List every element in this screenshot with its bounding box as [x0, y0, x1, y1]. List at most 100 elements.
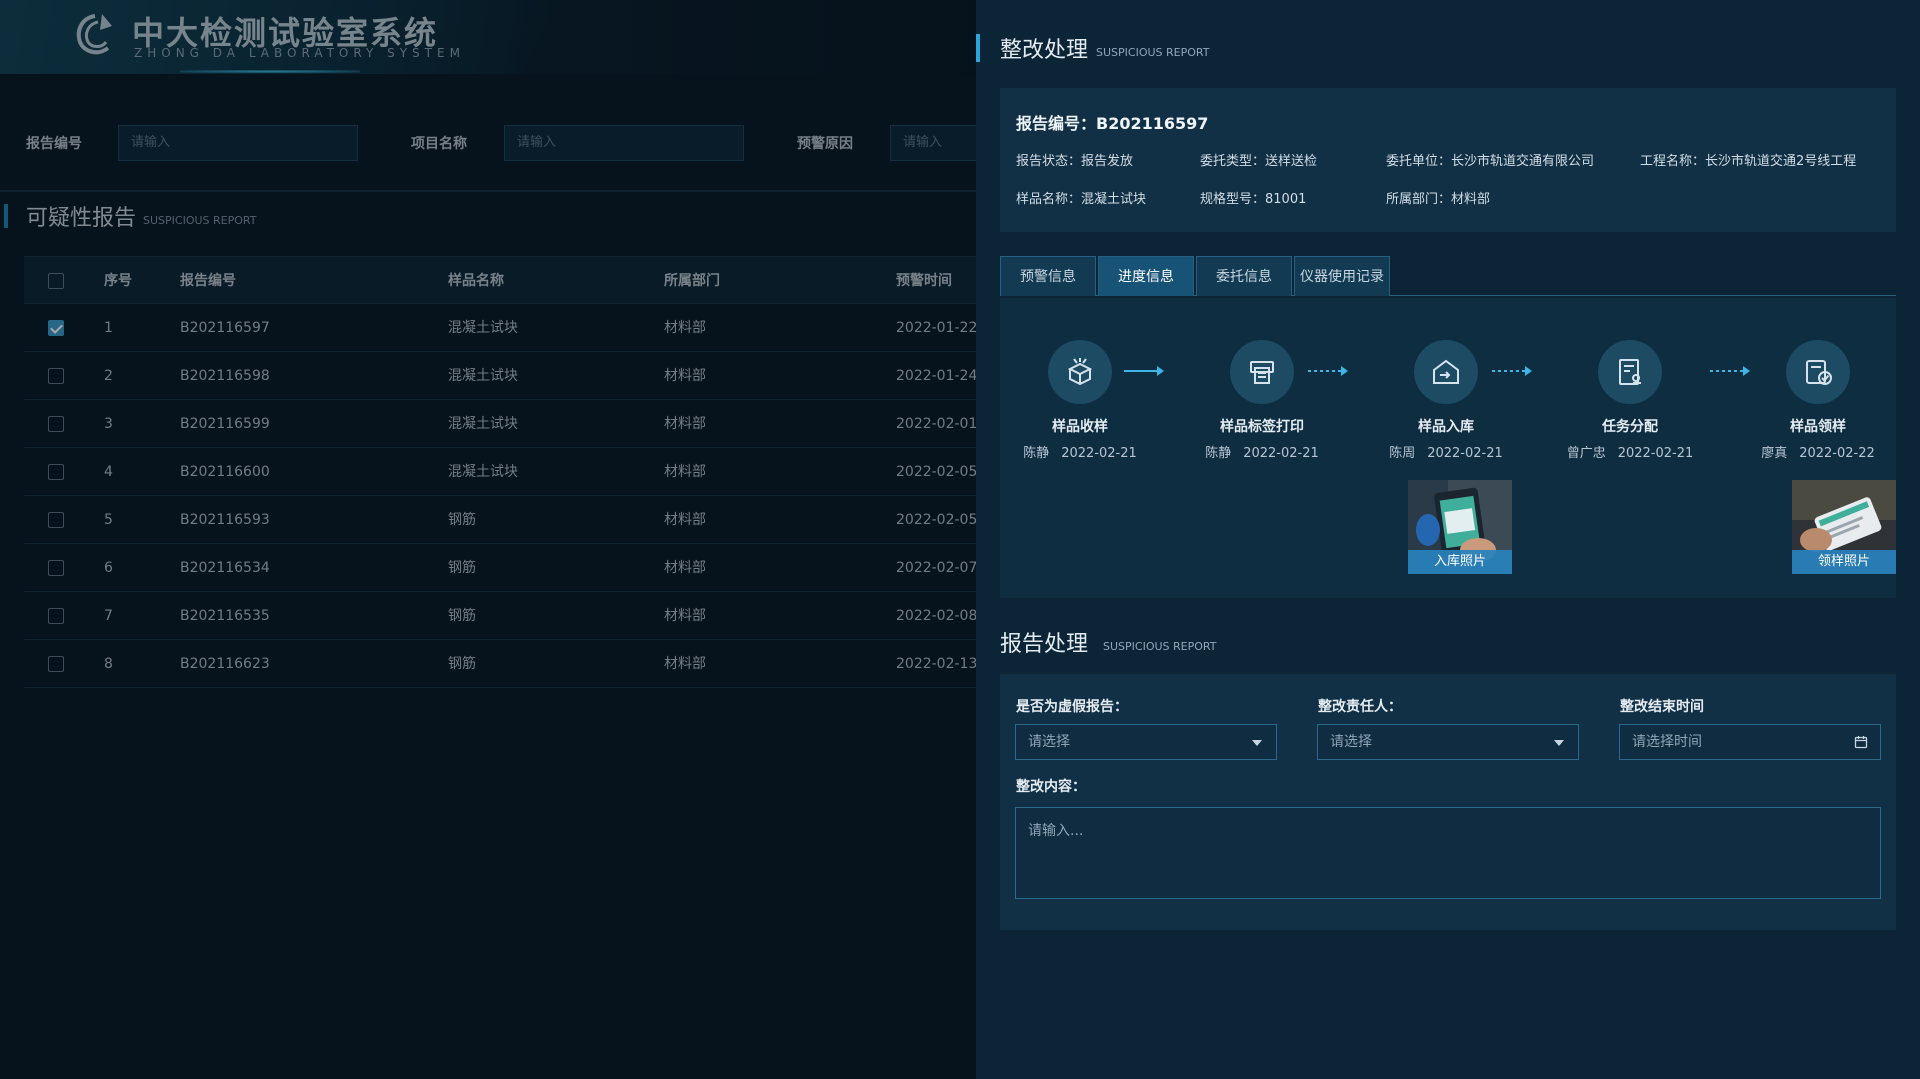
- row-report-code: B202116535: [180, 608, 270, 624]
- tab-instrument-records[interactable]: 仪器使用记录: [1294, 256, 1390, 296]
- tab-progress-info[interactable]: 进度信息: [1098, 256, 1194, 296]
- table-row[interactable]: 5 B202116593 钢筋 材料部 2022-02-05: [24, 496, 976, 544]
- row-sample-name: 钢筋: [448, 560, 476, 576]
- table-row[interactable]: 4 B202116600 混凝土试块 材料部 2022-02-05: [24, 448, 976, 496]
- step-meta: 廖真 2022-02-22: [1738, 442, 1898, 461]
- box-receive-icon: [1048, 340, 1112, 404]
- step-date: 2022-02-21: [1061, 446, 1137, 461]
- arrow-right-icon: [1492, 366, 1532, 376]
- filter-label-report-no: 报告编号: [26, 136, 82, 152]
- row-checkbox[interactable]: [48, 512, 64, 528]
- table-header: 序号 报告编号 样品名称 所属部门 预警时间: [24, 256, 976, 304]
- warning-reason-input[interactable]: 请输入: [890, 125, 976, 161]
- row-department: 材料部: [664, 368, 706, 384]
- row-sample-name: 混凝土试块: [448, 368, 518, 384]
- row-sample-name: 钢筋: [448, 656, 476, 672]
- step-name: 样品入库: [1418, 419, 1474, 435]
- task-assign-icon: [1598, 340, 1662, 404]
- step-person: 陈周: [1389, 446, 1416, 461]
- report-number: 报告编号：B202116597: [1016, 114, 1209, 133]
- arrow-right-icon: [1124, 366, 1164, 376]
- step-name: 任务分配: [1602, 419, 1658, 435]
- report-status: 报告状态：报告发放: [1016, 154, 1134, 169]
- row-department: 材料部: [664, 560, 706, 576]
- header-no: 序号: [104, 273, 132, 289]
- drawer-subtitle-text: SUSPICIOUS REPORT: [1096, 46, 1210, 59]
- row-checkbox[interactable]: [48, 560, 64, 576]
- spec-model: 规格型号：81001: [1200, 192, 1307, 207]
- row-checkbox[interactable]: [48, 464, 64, 480]
- label-print-icon: [1230, 340, 1294, 404]
- row-no: 3: [104, 416, 113, 432]
- tab-entrust-info[interactable]: 委托信息: [1196, 256, 1292, 296]
- row-checkbox[interactable]: [48, 608, 64, 624]
- owner-label: 整改责任人：: [1318, 699, 1402, 715]
- row-checkbox[interactable]: [48, 368, 64, 384]
- logo-glow: [180, 70, 360, 73]
- report-no-input[interactable]: 请输入: [118, 125, 358, 161]
- row-warning-time: 2022-02-05: [896, 512, 976, 528]
- row-no: 8: [104, 656, 113, 672]
- step-task-assign: 任务分配 曾广忠 2022-02-21: [1550, 340, 1710, 461]
- tab-warning-info[interactable]: 预警信息: [1000, 256, 1096, 296]
- row-warning-time: 2022-02-07: [896, 560, 976, 576]
- step-person: 陈静: [1023, 446, 1050, 461]
- top-bar: 中大检测试验室系统 ZHONG DA LABORATORY SYSTEM: [0, 0, 976, 74]
- row-warning-time: 2022-02-01: [896, 416, 976, 432]
- report-table: 序号 报告编号 样品名称 所属部门 预警时间 1 B202116597 混凝土试块材…: [24, 256, 976, 688]
- row-no: 2: [104, 368, 113, 384]
- row-sample-name: 混凝土试块: [448, 464, 518, 480]
- row-warning-time: 2022-02-05: [896, 464, 976, 480]
- sample-collect-icon: [1786, 340, 1850, 404]
- row-department: 材料部: [664, 320, 706, 336]
- warehouse-in-icon: [1414, 340, 1478, 404]
- fake-report-select[interactable]: 请选择: [1015, 724, 1277, 760]
- step-meta: 陈静 2022-02-21: [1000, 442, 1160, 461]
- storage-photo[interactable]: 入库照片: [1408, 480, 1512, 574]
- table-row[interactable]: 7 B202116535 钢筋 材料部 2022-02-08: [24, 592, 976, 640]
- row-no: 6: [104, 560, 113, 576]
- project-name-input[interactable]: 请输入: [504, 125, 744, 161]
- row-checkbox[interactable]: [48, 416, 64, 432]
- row-report-code: B202116593: [180, 512, 270, 528]
- header-sample: 样品名称: [448, 273, 504, 289]
- table-row[interactable]: 8 B202116623 钢筋 材料部 2022-02-13: [24, 640, 976, 688]
- content-label: 整改内容：: [1016, 779, 1086, 795]
- owner-select[interactable]: 请选择: [1317, 724, 1579, 760]
- row-sample-name: 钢筋: [448, 608, 476, 624]
- fake-report-label: 是否为虚假报告：: [1016, 699, 1128, 715]
- select-all-checkbox[interactable]: [48, 273, 64, 289]
- collect-photo[interactable]: 领样照片: [1792, 480, 1896, 574]
- step-date: 2022-02-21: [1427, 446, 1503, 461]
- row-report-code: B202116597: [180, 320, 270, 336]
- row-checkbox[interactable]: [48, 320, 64, 336]
- step-name: 样品领样: [1790, 419, 1846, 435]
- step-date: 2022-02-21: [1617, 446, 1694, 461]
- caret-down-icon: [1252, 740, 1262, 746]
- drawer-title-text: 整改处理: [1000, 38, 1089, 63]
- step-storage-in: 样品入库 陈周 2022-02-21: [1366, 340, 1526, 461]
- list-title: 可疑性报告: [26, 206, 137, 231]
- divider: [0, 190, 976, 192]
- list-subtitle: SUSPICIOUS REPORT: [143, 214, 257, 227]
- calendar-icon: [1854, 736, 1868, 749]
- logo-icon: [76, 14, 112, 55]
- info-tabs: 预警信息 进度信息 委托信息 仪器使用记录: [1000, 256, 1896, 296]
- row-checkbox[interactable]: [48, 656, 64, 672]
- end-time-picker[interactable]: 请选择时间: [1619, 724, 1881, 760]
- content-textarea[interactable]: 请输入...: [1015, 807, 1881, 899]
- table-row[interactable]: 2 B202116598 混凝土试块 材料部 2022-01-24: [24, 352, 976, 400]
- row-warning-time: 2022-01-24: [896, 368, 976, 384]
- arrow-right-icon: [1308, 366, 1348, 376]
- table-row[interactable]: 1 B202116597 混凝土试块 材料部 2022-01-22: [24, 304, 976, 352]
- sample-name: 样品名称：混凝土试块: [1016, 192, 1147, 207]
- end-time-label: 整改结束时间: [1620, 699, 1704, 715]
- table-row[interactable]: 3 B202116599 混凝土试块 材料部 2022-02-01: [24, 400, 976, 448]
- table-row[interactable]: 6 B202116534 钢筋 材料部 2022-02-07: [24, 544, 976, 592]
- handling-subtitle-text: SUSPICIOUS REPORT: [1103, 640, 1217, 653]
- fake-report-placeholder: 请选择: [1028, 734, 1070, 750]
- header-code: 报告编号: [180, 273, 236, 289]
- row-report-code: B202116534: [180, 560, 270, 576]
- step-date: 2022-02-21: [1243, 446, 1319, 461]
- row-no: 1: [104, 320, 113, 336]
